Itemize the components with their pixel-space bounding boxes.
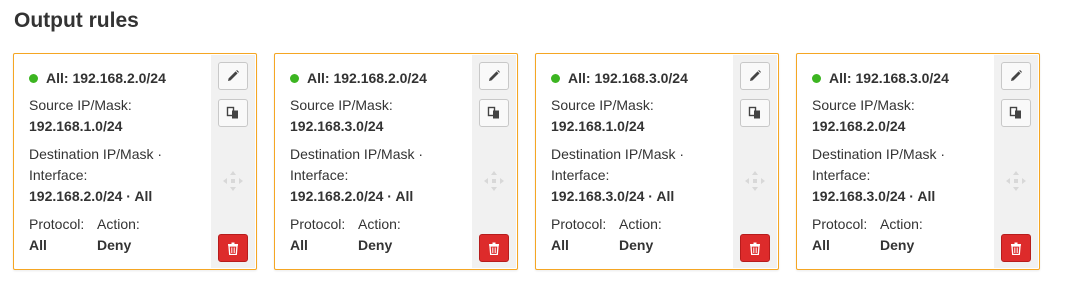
- edit-button[interactable]: [740, 62, 770, 90]
- action-value: Deny: [619, 237, 654, 253]
- copy-button[interactable]: [479, 99, 509, 127]
- delete-button[interactable]: [218, 234, 248, 262]
- action-label: Action:: [97, 216, 140, 232]
- protocol-value: All: [290, 237, 308, 253]
- source-value: 192.168.1.0/24: [29, 118, 123, 134]
- destination-value: 192.168.2.0/24 · All: [29, 188, 153, 204]
- drag-move-icon[interactable]: [222, 170, 244, 192]
- copy-icon: [487, 106, 499, 119]
- copy-icon: [226, 106, 238, 119]
- rule-actions-sidebar: [994, 55, 1038, 268]
- drag-move-icon[interactable]: [483, 170, 505, 192]
- rule-title-text: All: 192.168.3.0/24: [829, 70, 949, 86]
- trash-icon: [1011, 242, 1021, 255]
- rule-actions-sidebar: [472, 55, 516, 268]
- copy-button[interactable]: [1001, 99, 1031, 127]
- destination-label: Destination IP/Mask ·: [551, 146, 685, 162]
- rule-card-body: All: 192.168.2.0/24 Source IP/Mask: 192.…: [290, 68, 480, 256]
- destination-label: Destination IP/Mask ·: [29, 146, 163, 162]
- destination-label: Destination IP/Mask ·: [812, 146, 946, 162]
- protocol-label: Protocol:: [812, 216, 868, 232]
- action-value: Deny: [97, 237, 132, 253]
- interface-label: Interface:: [812, 167, 871, 183]
- drag-move-icon[interactable]: [744, 170, 766, 192]
- status-dot-icon: [812, 73, 821, 83]
- rule-card-body: All: 192.168.3.0/24 Source IP/Mask: 192.…: [551, 68, 741, 256]
- protocol-value: All: [551, 237, 569, 253]
- action-value: Deny: [358, 237, 393, 253]
- source-value: 192.168.3.0/24: [290, 118, 384, 134]
- trash-icon: [489, 242, 499, 255]
- pencil-icon: [489, 70, 500, 81]
- edit-button[interactable]: [479, 62, 509, 90]
- protocol-label: Protocol:: [29, 216, 85, 232]
- copy-icon: [748, 106, 760, 119]
- source-label: Source IP/Mask:: [551, 97, 654, 113]
- rule-title-text: All: 192.168.3.0/24: [568, 70, 688, 86]
- delete-button[interactable]: [740, 234, 770, 262]
- copy-button[interactable]: [218, 99, 248, 127]
- destination-value: 192.168.3.0/24 · All: [812, 188, 936, 204]
- action-value: Deny: [880, 237, 915, 253]
- edit-button[interactable]: [218, 62, 248, 90]
- rule-actions-sidebar: [211, 55, 255, 268]
- protocol-label: Protocol:: [551, 216, 607, 232]
- drag-move-icon[interactable]: [1005, 170, 1027, 192]
- trash-icon: [750, 242, 760, 255]
- pencil-icon: [750, 70, 761, 81]
- destination-label: Destination IP/Mask ·: [290, 146, 424, 162]
- source-value: 192.168.1.0/24: [551, 118, 645, 134]
- edit-button[interactable]: [1001, 62, 1031, 90]
- source-label: Source IP/Mask:: [29, 97, 132, 113]
- source-value: 192.168.2.0/24: [812, 118, 906, 134]
- rule-title-text: All: 192.168.2.0/24: [307, 70, 427, 86]
- source-label: Source IP/Mask:: [812, 97, 915, 113]
- status-dot-icon: [29, 73, 38, 83]
- pencil-icon: [1011, 70, 1022, 81]
- copy-icon: [1009, 106, 1021, 119]
- trash-icon: [228, 242, 238, 255]
- page-title: Output rules: [14, 9, 139, 32]
- rule-card: All: 192.168.2.0/24 Source IP/Mask: 192.…: [274, 53, 518, 270]
- action-label: Action:: [358, 216, 401, 232]
- rule-title: All: 192.168.2.0/24: [290, 68, 480, 88]
- interface-label: Interface:: [551, 167, 610, 183]
- protocol-value: All: [812, 237, 830, 253]
- rule-actions-sidebar: [733, 55, 777, 268]
- status-dot-icon: [290, 73, 299, 83]
- rule-title: All: 192.168.3.0/24: [812, 68, 1002, 88]
- rule-card: All: 192.168.3.0/24 Source IP/Mask: 192.…: [796, 53, 1040, 270]
- rule-card-body: All: 192.168.3.0/24 Source IP/Mask: 192.…: [812, 68, 1002, 256]
- destination-value: 192.168.2.0/24 · All: [290, 188, 414, 204]
- action-label: Action:: [619, 216, 662, 232]
- source-label: Source IP/Mask:: [290, 97, 393, 113]
- delete-button[interactable]: [479, 234, 509, 262]
- rule-card: All: 192.168.2.0/24 Source IP/Mask: 192.…: [13, 53, 257, 270]
- rule-title: All: 192.168.3.0/24: [551, 68, 741, 88]
- pencil-icon: [228, 70, 239, 81]
- interface-label: Interface:: [290, 167, 349, 183]
- action-label: Action:: [880, 216, 923, 232]
- delete-button[interactable]: [1001, 234, 1031, 262]
- status-dot-icon: [551, 73, 560, 83]
- rule-card: All: 192.168.3.0/24 Source IP/Mask: 192.…: [535, 53, 779, 270]
- protocol-value: All: [29, 237, 47, 253]
- copy-button[interactable]: [740, 99, 770, 127]
- interface-label: Interface:: [29, 167, 88, 183]
- rule-title: All: 192.168.2.0/24: [29, 68, 219, 88]
- rule-title-text: All: 192.168.2.0/24: [46, 70, 166, 86]
- destination-value: 192.168.3.0/24 · All: [551, 188, 675, 204]
- rule-card-body: All: 192.168.2.0/24 Source IP/Mask: 192.…: [29, 68, 219, 256]
- protocol-label: Protocol:: [290, 216, 346, 232]
